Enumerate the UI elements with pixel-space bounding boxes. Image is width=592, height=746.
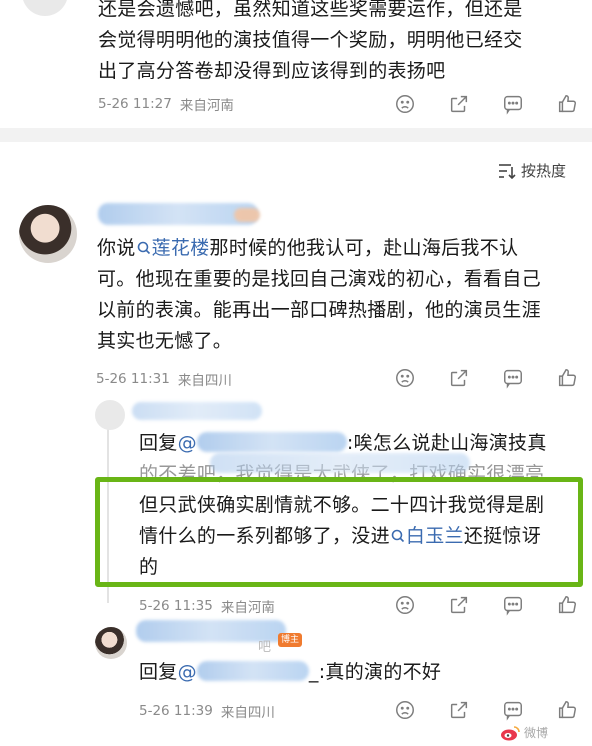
comment-line: 出了高分答卷却没得到应该得到的表扬吧 (98, 60, 446, 82)
search-icon (137, 241, 150, 255)
dislike-button[interactable] (390, 366, 420, 390)
thumbs-up-icon (558, 701, 576, 719)
avatar[interactable] (95, 400, 125, 430)
dislike-button[interactable] (390, 593, 420, 617)
share-button[interactable] (444, 92, 474, 116)
like-button[interactable] (552, 92, 582, 116)
reply-location: 来自四川 (220, 705, 275, 721)
watermark: 微博 (500, 724, 548, 741)
mention-link[interactable]: @ (178, 432, 197, 454)
share-icon (450, 701, 468, 719)
frown-icon (396, 596, 414, 614)
comment-line: 其实也无憾了。 (97, 330, 233, 352)
comment-line: 可。他现在重要的是找回自己演戏的初心，看看自己 (97, 268, 541, 290)
comment-meta: 5-26 11:31 来自四川 (96, 369, 240, 389)
dislike-button[interactable] (390, 92, 420, 116)
share-button[interactable] (444, 593, 474, 617)
reply-location: 来自河南 (220, 600, 275, 616)
reply-time: 5-26 11:35 (139, 598, 213, 614)
reply-button[interactable] (498, 593, 528, 617)
redacted-username (132, 402, 262, 420)
comment-time: 5-26 11:27 (98, 96, 172, 112)
comment-icon (504, 701, 522, 721)
reply-actions (366, 698, 582, 722)
reply-text: 回复@ _:真的演的不好 (139, 657, 585, 688)
redacted-username (196, 661, 309, 681)
reply-actions (366, 593, 582, 617)
author-badge: 博主 (278, 633, 303, 647)
avatar[interactable] (95, 627, 127, 659)
share-icon (450, 369, 468, 387)
comment-line: 以前的表演。能再出一部口碑热播剧，他的演员生涯 (97, 299, 541, 321)
sort-label: 按热度 (521, 162, 567, 180)
mention-link[interactable]: @ (178, 661, 197, 683)
watermark-text: 微博 (524, 726, 549, 740)
comment-actions (366, 366, 582, 390)
thumbs-up-icon (558, 596, 576, 614)
sort-toggle[interactable]: 按热度 (498, 160, 566, 181)
reply-button[interactable] (498, 366, 528, 390)
like-button[interactable] (552, 366, 582, 390)
redacted-username (196, 432, 347, 452)
frown-icon (396, 95, 414, 113)
like-button[interactable] (552, 698, 582, 722)
frown-icon (396, 701, 414, 719)
reply-button[interactable] (498, 698, 528, 722)
comment-line: 还是会遗憾吧，虽然知道这些奖需要运作，但还是 (98, 0, 523, 20)
redacted-overlay (210, 453, 470, 473)
comment-meta: 5-26 11:27 来自河南 (98, 94, 242, 114)
avatar[interactable] (19, 205, 77, 263)
reply-meta: 5-26 11:39 来自四川 (139, 701, 283, 721)
comment-text: 你说 莲花楼那时候的他我认可，赴山海后我不认 可。他现在重要的是找回自己演戏的初心… (97, 233, 577, 357)
dislike-button[interactable] (390, 698, 420, 722)
comment-icon (504, 369, 522, 389)
comment-text: 还是会遗憾吧，虽然知道这些奖需要运作，但还是 会觉得明明他的演技值得一个奖励，明… (98, 0, 578, 87)
avatar[interactable] (22, 0, 68, 16)
like-button[interactable] (552, 593, 582, 617)
comment-time: 5-26 11:31 (96, 371, 170, 387)
share-button[interactable] (444, 698, 474, 722)
reply-meta: 5-26 11:35 来自河南 (139, 596, 283, 616)
comment-location: 来自河南 (179, 98, 234, 114)
weibo-logo-icon (501, 725, 520, 740)
comment-line: 你说 莲花楼那时候的他我认可，赴山海后我不认 (97, 237, 519, 259)
comment-actions (366, 92, 582, 116)
comment-icon (504, 596, 522, 616)
mention-link[interactable]: 莲花楼 (136, 237, 210, 259)
frown-icon (396, 369, 414, 387)
reply-time: 5-26 11:39 (139, 703, 213, 719)
share-button[interactable] (444, 366, 474, 390)
thumbs-up-icon (558, 95, 576, 113)
share-icon (450, 95, 468, 113)
thumbs-up-icon (558, 369, 576, 387)
comment-location: 来自四川 (177, 373, 232, 389)
share-icon (450, 596, 468, 614)
reply-line: 回复@ _:真的演的不好 (139, 661, 442, 683)
comment-icon (504, 95, 522, 115)
section-divider (0, 128, 592, 142)
sort-icon (499, 163, 516, 179)
username-tail: 吧 (258, 640, 272, 655)
redacted-badge (234, 208, 260, 222)
highlight-box (95, 477, 583, 587)
reply-button[interactable] (498, 92, 528, 116)
comment-line: 会觉得明明他的演技值得一个奖励，明明他已经交 (98, 29, 523, 51)
